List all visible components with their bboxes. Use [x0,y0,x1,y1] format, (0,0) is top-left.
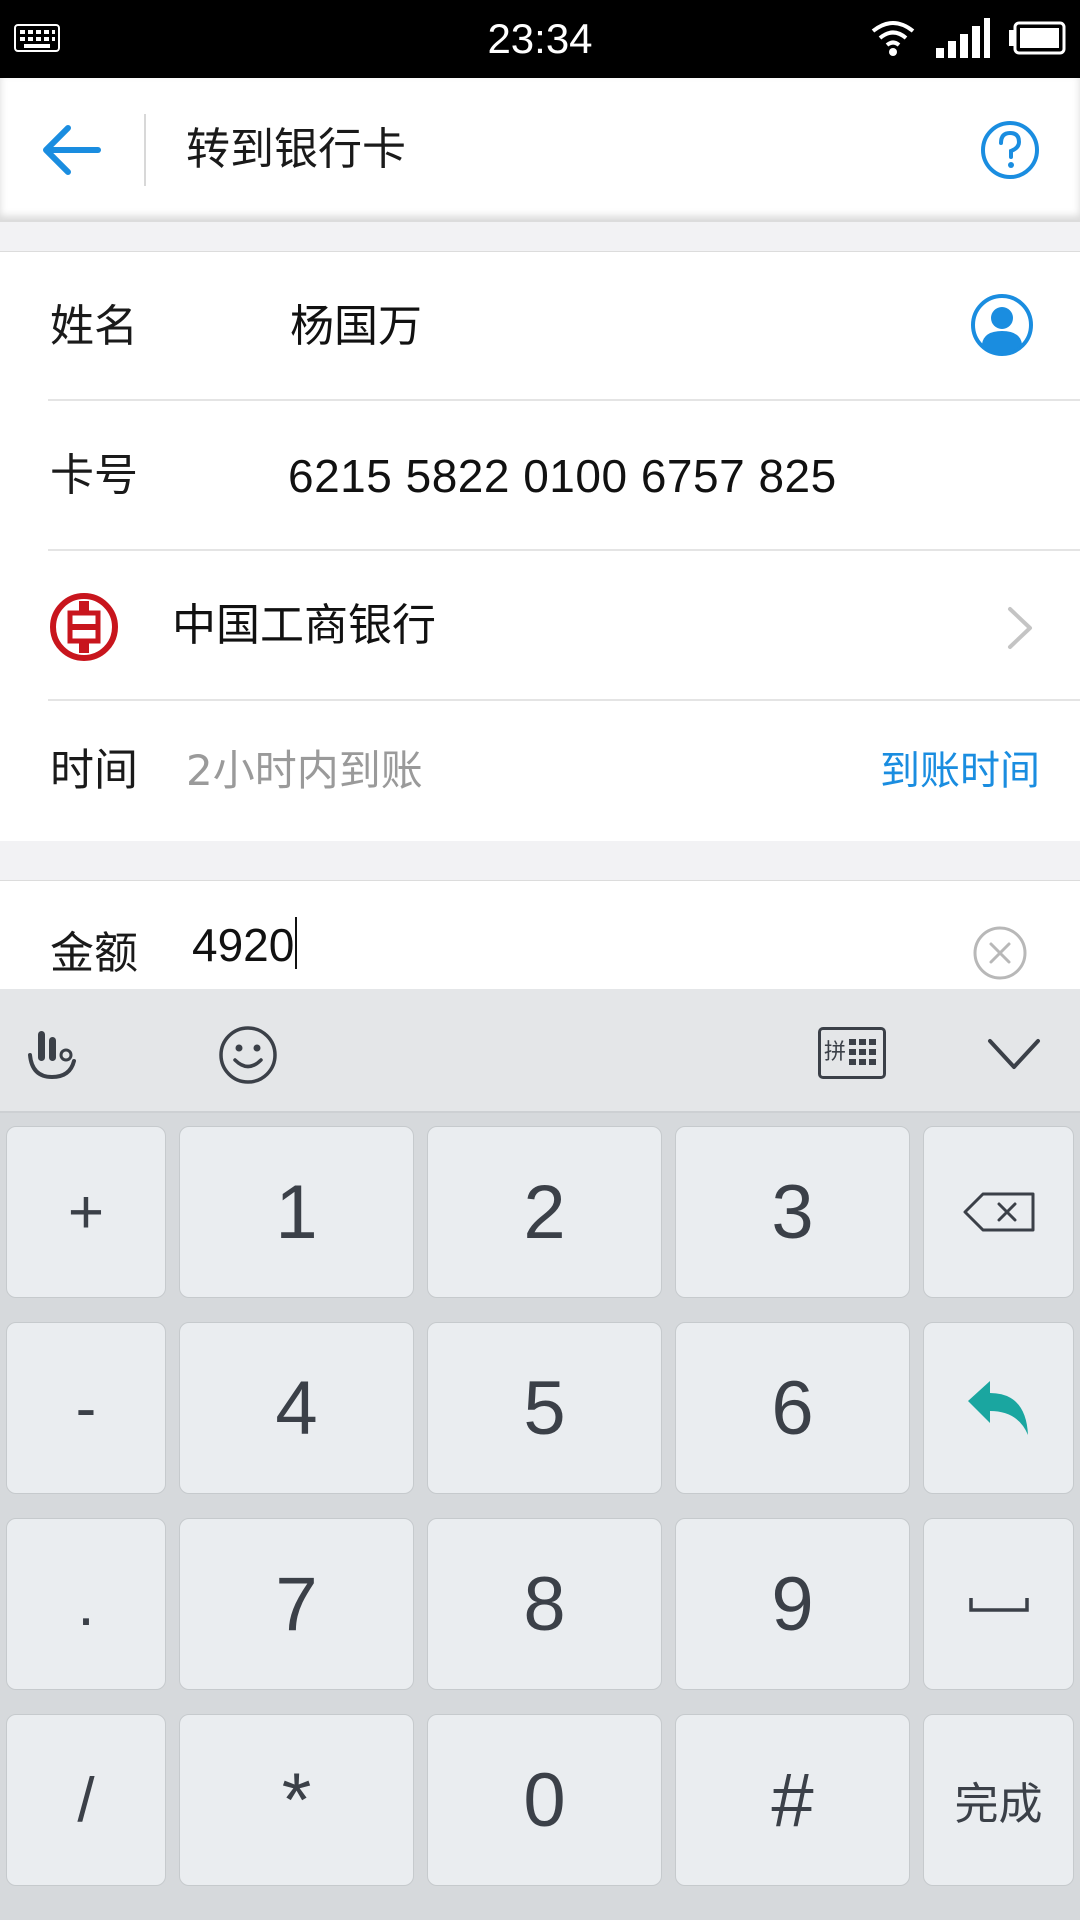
touchpal-gesture-icon[interactable] [24,1025,82,1083]
icbc-logo-icon [50,593,118,661]
hide-keyboard-icon[interactable] [986,1035,1042,1071]
bank-row[interactable]: 中国工商银行 [0,551,1080,701]
status-bar: 23:34 [0,0,1080,78]
bank-name: 中国工商银行 [172,600,436,651]
name-field[interactable]: 杨国万 [290,253,422,401]
key-slash[interactable]: / [6,1714,166,1886]
key-6[interactable]: 6 [675,1322,910,1494]
backspace-key[interactable] [923,1126,1074,1298]
battery-icon [1009,21,1066,55]
key-dot[interactable]: . [6,1518,166,1690]
arrival-time-hint: 2小时内到账 [186,746,423,795]
header-divider [144,114,146,186]
key-minus[interactable]: - [6,1322,166,1494]
name-row: 姓名 杨国万 [0,253,1080,401]
time-label: 时间 [50,745,138,796]
arrival-time-row: 时间 2小时内到账 到账时间 [0,701,1080,841]
key-0[interactable]: 0 [427,1714,662,1886]
keyboard-layout-icon[interactable]: 拼 [818,1027,886,1079]
key-8[interactable]: 8 [427,1518,662,1690]
contact-picker-icon[interactable] [970,293,1034,357]
keyboard-toolbar: 拼 [0,989,1080,1113]
key-plus[interactable]: + [6,1126,166,1298]
app-header: 转到银行卡 [0,78,1080,222]
enter-key[interactable] [923,1322,1074,1494]
keypad-grid-icon [849,1039,877,1065]
card-number-label: 卡号 [50,450,138,501]
enter-arrow-icon [967,1381,1028,1435]
numeric-keyboard: + 1 2 3 - 4 5 6 . 7 8 9 / * 0 # 完成 [0,1113,1080,1920]
amount-row: 金额 4920 [0,881,1080,989]
space-key[interactable] [923,1518,1074,1690]
emoji-icon[interactable] [218,1025,278,1085]
clear-icon[interactable] [972,925,1028,981]
done-key[interactable]: 完成 [923,1714,1074,1886]
key-9[interactable]: 9 [675,1518,910,1690]
keyboard-layout-badge: 拼 [824,1040,847,1065]
amount-label: 金额 [50,928,138,979]
key-2[interactable]: 2 [427,1126,662,1298]
backspace-icon [963,1192,1034,1232]
card-number-row: 卡号 6215 5822 0100 6757 825 [0,401,1080,551]
section-gap [0,222,1080,252]
signal-icon [936,18,990,58]
card-number-field[interactable]: 6215 5822 0100 6757 825 [288,401,837,551]
key-asterisk[interactable]: * [179,1714,414,1886]
key-5[interactable]: 5 [427,1322,662,1494]
space-icon [968,1598,1029,1612]
page-title: 转到银行卡 [186,124,406,175]
key-4[interactable]: 4 [179,1322,414,1494]
back-arrow-icon[interactable] [40,122,104,178]
key-1[interactable]: 1 [179,1126,414,1298]
section-gap [0,841,1080,881]
key-7[interactable]: 7 [179,1518,414,1690]
chevron-right-icon [1008,607,1032,649]
text-caret [295,917,298,969]
name-label: 姓名 [50,301,138,352]
wifi-icon [871,21,915,56]
key-hash[interactable]: # [675,1714,910,1886]
help-icon[interactable] [980,120,1040,180]
amount-value: 4920 [192,919,295,971]
arrival-time-link[interactable]: 到账时间 [880,701,1040,841]
key-3[interactable]: 3 [675,1126,910,1298]
amount-input[interactable]: 4920 [192,917,298,972]
